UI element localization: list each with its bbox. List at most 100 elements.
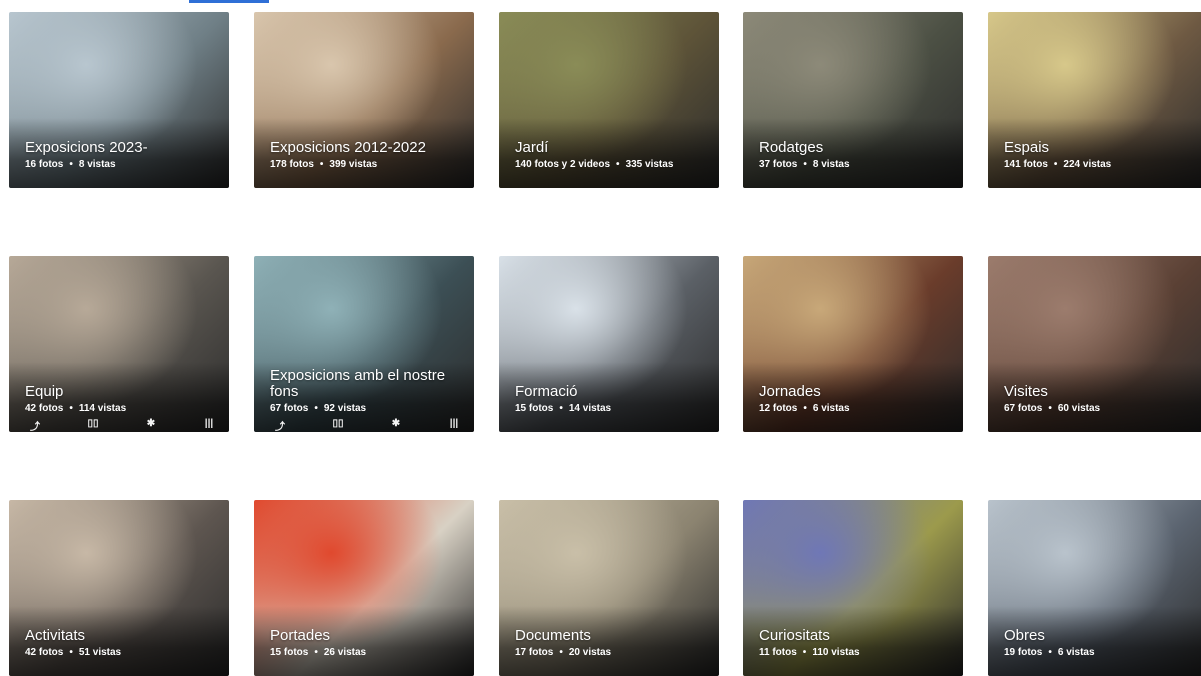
album-stats: 140 fotos y 2 videos • 335 vistas [515,159,711,170]
slideshow-icon[interactable]: ▯▯ [83,418,103,429]
active-tab-indicator [189,0,269,3]
album-title[interactable]: Documents [515,628,711,644]
album-stats: 42 fotos • 114 vistas [25,403,221,414]
album-stats: 42 fotos • 51 vistas [25,647,221,658]
album-title[interactable]: Equip [25,384,221,400]
share-icon[interactable]: ⤴ [25,418,45,432]
separator-dot: • [314,647,318,658]
view-count: 92 vistas [323,403,367,414]
album-caption: Curiositats 11 fotos • 110 vistas [759,628,955,659]
more-icon[interactable]: ||| [199,418,219,429]
album-title[interactable]: Formació [515,384,711,400]
album-caption: Obres 19 fotos • 6 vistas [1004,628,1200,659]
separator-dot: • [69,159,73,170]
photo-count: 37 fotos [759,159,798,170]
view-count: 399 vistas [329,159,378,170]
view-count: 224 vistas [1063,159,1112,170]
photo-count: 12 fotos [759,403,798,414]
view-count: 6 vistas [1057,647,1095,658]
photo-count: 42 fotos [25,403,64,414]
more-icon[interactable]: ||| [444,418,464,429]
album-title[interactable]: Jardí [515,140,711,156]
album-title[interactable]: Visites [1004,384,1200,400]
star-icon[interactable]: ✱ [141,418,161,429]
album-stats: 11 fotos • 110 vistas [759,647,955,658]
photo-count: 67 fotos [1004,403,1043,414]
album-caption: Visites 67 fotos • 60 vistas [1004,384,1200,415]
separator-dot: • [1048,647,1052,658]
view-count: 20 vistas [568,647,612,658]
album-stats: 17 fotos • 20 vistas [515,647,711,658]
view-count: 26 vistas [323,647,367,658]
album-stats: 178 fotos • 399 vistas [270,159,466,170]
album-card[interactable]: Exposicions amb el nostre fons 67 fotos • 9… [254,256,474,432]
album-card[interactable]: Equip 42 fotos • 114 vistas ⤴ ▯▯ ✱ ||| [9,256,229,432]
star-icon[interactable]: ✱ [386,418,406,429]
album-title[interactable]: Rodatges [759,140,955,156]
album-stats: 19 fotos • 6 vistas [1004,647,1200,658]
view-count: 51 vistas [78,647,122,658]
album-card[interactable]: Formació 15 fotos • 14 vistas [499,256,719,432]
album-caption: Jornades 12 fotos • 6 vistas [759,384,955,415]
share-icon[interactable]: ⤴ [270,418,290,432]
photo-count: 16 fotos [25,159,64,170]
album-card[interactable]: Portades 15 fotos • 26 vistas [254,500,474,676]
album-card[interactable]: Jornades 12 fotos • 6 vistas [743,256,963,432]
album-card[interactable]: Exposicions 2012-2022 178 fotos • 399 vista… [254,12,474,188]
album-title[interactable]: Exposicions amb el nostre fons [270,368,466,400]
album-caption: Documents 17 fotos • 20 vistas [515,628,711,659]
photo-count: 17 fotos [515,647,554,658]
photo-count: 178 fotos [270,159,314,170]
separator-dot: • [616,159,620,170]
separator-dot: • [69,647,73,658]
album-card[interactable]: Activitats 42 fotos • 51 vistas [9,500,229,676]
separator-dot: • [803,159,807,170]
photo-count: 67 fotos [270,403,309,414]
photo-count: 140 fotos y 2 videos [515,159,611,170]
album-stats: 16 fotos • 8 vistas [25,159,221,170]
separator-dot: • [559,403,563,414]
album-title[interactable]: Portades [270,628,466,644]
slideshow-icon[interactable]: ▯▯ [328,418,348,429]
album-title[interactable]: Activitats [25,628,221,644]
album-title[interactable]: Exposicions 2012-2022 [270,140,466,156]
album-title[interactable]: Curiositats [759,628,955,644]
album-card[interactable]: Exposicions 2023- 16 fotos • 8 vistas [9,12,229,188]
view-count: 110 vistas [812,647,860,658]
album-caption: Activitats 42 fotos • 51 vistas [25,628,221,659]
top-border [0,0,1201,10]
album-stats: 67 fotos • 60 vistas [1004,403,1200,414]
album-title[interactable]: Jornades [759,384,955,400]
album-card[interactable]: Espais 141 fotos • 224 vistas [988,12,1201,188]
separator-dot: • [314,403,318,414]
album-card[interactable]: Visites 67 fotos • 60 vistas [988,256,1201,432]
separator-dot: • [802,647,807,658]
album-caption: Jardí 140 fotos y 2 videos • 335 vistas [515,140,711,171]
album-card[interactable]: Jardí 140 fotos y 2 videos • 335 vistas [499,12,719,188]
album-title[interactable]: Obres [1004,628,1200,644]
album-card[interactable]: Obres 19 fotos • 6 vistas [988,500,1201,676]
album-card[interactable]: Documents 17 fotos • 20 vistas [499,500,719,676]
album-hover-toolbar: ⤴ ▯▯ ✱ ||| [270,418,464,432]
view-count: 8 vistas [812,159,850,170]
album-caption: Equip 42 fotos • 114 vistas [25,384,221,415]
view-count: 6 vistas [812,403,850,414]
separator-dot: • [69,403,73,414]
photo-count: 15 fotos [515,403,554,414]
album-title[interactable]: Exposicions 2023- [25,140,221,156]
view-count: 14 vistas [568,403,612,414]
album-title[interactable]: Espais [1004,140,1200,156]
album-stats: 37 fotos • 8 vistas [759,159,955,170]
album-card[interactable]: Curiositats 11 fotos • 110 vistas [743,500,963,676]
photo-count: 141 fotos [1004,159,1048,170]
album-stats: 12 fotos • 6 vistas [759,403,955,414]
album-stats: 67 fotos • 92 vistas [270,403,466,414]
album-caption: Rodatges 37 fotos • 8 vistas [759,140,955,171]
view-count: 114 vistas [78,403,127,414]
album-stats: 15 fotos • 26 vistas [270,647,466,658]
album-card[interactable]: Rodatges 37 fotos • 8 vistas [743,12,963,188]
album-caption: Portades 15 fotos • 26 vistas [270,628,466,659]
album-caption: Formació 15 fotos • 14 vistas [515,384,711,415]
photo-count: 19 fotos [1004,647,1043,658]
view-count: 8 vistas [78,159,116,170]
